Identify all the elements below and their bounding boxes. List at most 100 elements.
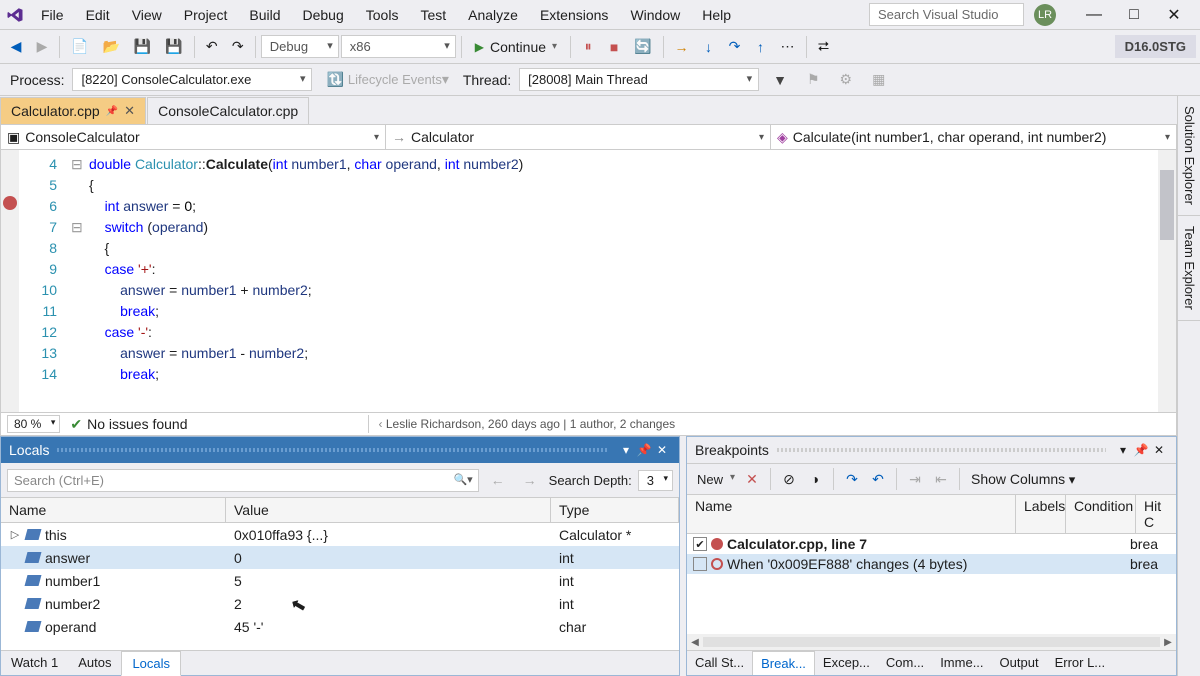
toggle-all-icon[interactable]: ◑ bbox=[804, 468, 826, 490]
menu-extensions[interactable]: Extensions bbox=[529, 2, 619, 28]
search-prev-icon[interactable]: ← bbox=[485, 467, 511, 493]
expand-icon[interactable]: ▷ bbox=[9, 528, 21, 541]
col-name[interactable]: Name bbox=[1, 498, 226, 522]
show-next-statement-icon[interactable]: → bbox=[669, 34, 695, 60]
new-breakpoint-button[interactable]: New bbox=[693, 470, 737, 489]
tab-consolecalculator-cpp[interactable]: ConsoleCalculator.cpp bbox=[147, 97, 309, 124]
issues-indicator[interactable]: ✔ No issues found bbox=[70, 416, 187, 433]
panel-pin-icon[interactable]: 📌 bbox=[1132, 441, 1150, 459]
horizontal-scrollbar[interactable]: ◀▶ bbox=[687, 634, 1176, 650]
solution-platform-dropdown[interactable]: x86 bbox=[341, 35, 456, 58]
panel-close-icon[interactable]: ✕ bbox=[653, 441, 671, 459]
panel-tab-autos[interactable]: Autos bbox=[68, 651, 121, 675]
menu-file[interactable]: File bbox=[30, 2, 75, 28]
panel-tab-com-[interactable]: Com... bbox=[878, 651, 932, 675]
side-tab-solution-explorer[interactable]: Solution Explorer bbox=[1178, 96, 1200, 216]
menu-project[interactable]: Project bbox=[173, 2, 239, 28]
delete-all-icon[interactable]: ⊘ bbox=[778, 468, 800, 490]
panel-tab-call-st-[interactable]: Call St... bbox=[687, 651, 752, 675]
lifecycle-events-icon[interactable]: 🔃 Lifecycle Events ▾ bbox=[320, 67, 454, 93]
continue-button[interactable]: ▶ Continue ▾ bbox=[467, 36, 565, 58]
stop-icon[interactable]: ■ bbox=[602, 34, 626, 60]
filter-icon[interactable]: ▼ bbox=[767, 67, 793, 93]
breakpoint-gutter[interactable] bbox=[1, 150, 19, 412]
menu-analyze[interactable]: Analyze bbox=[457, 2, 529, 28]
side-tab-team-explorer[interactable]: Team Explorer bbox=[1178, 216, 1200, 321]
restart-icon[interactable]: 🔄 bbox=[628, 34, 657, 60]
fold-column[interactable]: ⊟⊟ bbox=[71, 150, 85, 412]
codelens-info[interactable]: Leslie Richardson, 260 days ago | 1 auth… bbox=[368, 415, 686, 433]
nav-member-dropdown[interactable]: ◈ Calculate(int number1, char operand, i… bbox=[771, 125, 1176, 149]
step-into-icon[interactable]: ↓ bbox=[697, 34, 721, 60]
breakpoint-row[interactable]: ✔Calculator.cpp, line 7brea bbox=[687, 534, 1176, 554]
locals-row[interactable]: number15int bbox=[1, 569, 679, 592]
more-debug-icon[interactable]: ⋯ bbox=[775, 34, 801, 60]
undo-icon[interactable]: ↶ bbox=[200, 34, 224, 60]
breakpoint-row[interactable]: When '0x009EF888' changes (4 bytes)brea bbox=[687, 554, 1176, 574]
delete-breakpoint-icon[interactable]: ✕ bbox=[741, 468, 763, 490]
panel-tab-output[interactable]: Output bbox=[992, 651, 1047, 675]
locals-row[interactable]: number22int bbox=[1, 592, 679, 615]
menu-debug[interactable]: Debug bbox=[292, 2, 355, 28]
redo-icon[interactable]: ↷ bbox=[226, 34, 250, 60]
col-type[interactable]: Type bbox=[551, 498, 679, 522]
menu-view[interactable]: View bbox=[121, 2, 173, 28]
minimize-button[interactable]: — bbox=[1074, 1, 1114, 29]
close-tab-icon[interactable]: ✕ bbox=[124, 103, 135, 119]
flag-icon[interactable]: ⚑ bbox=[801, 67, 826, 93]
break-all-icon[interactable]: ⏸ bbox=[576, 34, 600, 60]
pin-icon[interactable]: 📌 bbox=[106, 106, 118, 117]
locals-grid[interactable]: ↖ ▷this0x010ffa93 {...}Calculator *answe… bbox=[1, 523, 679, 650]
breakpoint-checkbox[interactable] bbox=[693, 557, 707, 571]
menu-test[interactable]: Test bbox=[409, 2, 457, 28]
code-editor[interactable]: 4567891011121314 ⊟⊟ double Calculator::C… bbox=[0, 150, 1177, 412]
nav-scope-dropdown[interactable]: ▣ ConsoleCalculator bbox=[1, 125, 386, 149]
step-out-icon[interactable]: ↑ bbox=[749, 34, 773, 60]
save-icon[interactable]: 💾 bbox=[128, 34, 157, 60]
tab-calculator-cpp[interactable]: Calculator.cpp📌✕ bbox=[0, 97, 146, 124]
locals-row[interactable]: operand45 '-'char bbox=[1, 615, 679, 638]
menu-help[interactable]: Help bbox=[691, 2, 742, 28]
panel-tab-break-[interactable]: Break... bbox=[752, 651, 815, 675]
bp-col-name[interactable]: Name bbox=[687, 495, 1016, 533]
locals-header[interactable]: Locals ▾ 📌 ✕ bbox=[1, 437, 679, 463]
bp-col-condition[interactable]: Condition bbox=[1066, 495, 1136, 533]
live-share-icon[interactable]: ⮂ bbox=[812, 34, 836, 60]
bp-col-hit[interactable]: Hit C bbox=[1136, 495, 1176, 533]
code-text[interactable]: double Calculator::Calculate(int number1… bbox=[85, 150, 1176, 412]
panel-tab-imme-[interactable]: Imme... bbox=[932, 651, 991, 675]
panel-tab-locals[interactable]: Locals bbox=[121, 651, 181, 676]
step-over-icon[interactable]: ↷ bbox=[723, 34, 747, 60]
search-next-icon[interactable]: → bbox=[517, 467, 543, 493]
zoom-dropdown[interactable]: 80 % bbox=[7, 415, 60, 433]
panel-tab-watch-1[interactable]: Watch 1 bbox=[1, 651, 68, 675]
breakpoint-glyph-icon[interactable] bbox=[3, 196, 17, 210]
thread-dropdown[interactable]: [28008] Main Thread bbox=[519, 68, 759, 91]
solution-config-dropdown[interactable]: Debug bbox=[261, 35, 339, 58]
search-depth-dropdown[interactable]: 3 bbox=[638, 470, 673, 491]
goto-source-icon[interactable]: ⇥ bbox=[904, 468, 926, 490]
panel-dropdown-icon[interactable]: ▾ bbox=[617, 441, 635, 459]
search-input[interactable]: Search Visual Studio bbox=[869, 3, 1024, 26]
panel-tab-excep-[interactable]: Excep... bbox=[815, 651, 878, 675]
vertical-scrollbar[interactable] bbox=[1158, 150, 1176, 412]
new-project-icon[interactable]: 📄 bbox=[65, 34, 94, 60]
nav-back-button[interactable]: ◀ bbox=[4, 34, 28, 60]
locals-row[interactable]: answer0int bbox=[1, 546, 679, 569]
import-icon[interactable]: ↶ bbox=[867, 468, 889, 490]
stack-frame-icon[interactable]: ▦ bbox=[866, 67, 891, 93]
threads-icon[interactable]: ⚙ bbox=[834, 67, 859, 93]
process-dropdown[interactable]: [8220] ConsoleCalculator.exe bbox=[72, 68, 312, 91]
export-icon[interactable]: ↷ bbox=[841, 468, 863, 490]
locals-row[interactable]: ▷this0x010ffa93 {...}Calculator * bbox=[1, 523, 679, 546]
save-all-icon[interactable]: 💾 bbox=[159, 34, 188, 60]
open-file-icon[interactable]: 📂 bbox=[96, 34, 125, 60]
user-avatar[interactable]: LR bbox=[1034, 4, 1056, 26]
col-value[interactable]: Value bbox=[226, 498, 551, 522]
locals-search-input[interactable]: Search (Ctrl+E) bbox=[7, 469, 479, 492]
breakpoints-header[interactable]: Breakpoints ▾ 📌 ✕ bbox=[687, 437, 1176, 464]
panel-tab-error-l-[interactable]: Error L... bbox=[1047, 651, 1114, 675]
breakpoint-checkbox[interactable]: ✔ bbox=[693, 537, 707, 551]
menu-tools[interactable]: Tools bbox=[355, 2, 410, 28]
menu-edit[interactable]: Edit bbox=[75, 2, 121, 28]
